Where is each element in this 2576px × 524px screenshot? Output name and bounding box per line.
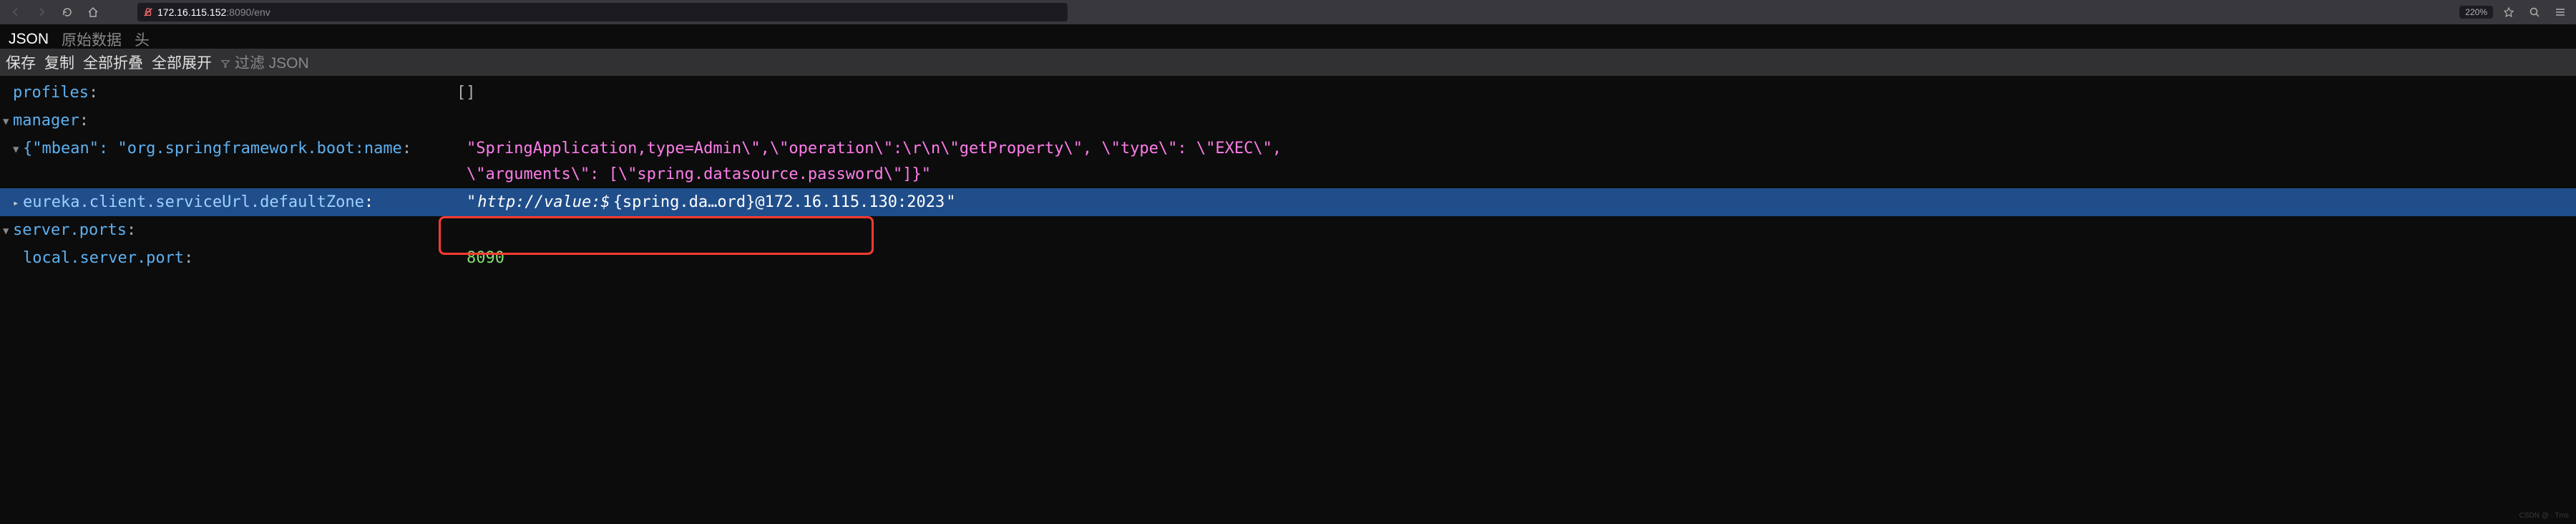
copy-button[interactable]: 复制	[42, 50, 77, 74]
watermark: CSDN @ · Tms	[2519, 512, 2569, 520]
bookmark-star-icon[interactable]	[2499, 2, 2519, 22]
expand-toggle-icon[interactable]: ▼	[3, 223, 9, 239]
menu-icon[interactable]	[2550, 2, 2570, 22]
viewer-tabs: JSON 原始数据 头	[0, 24, 2576, 50]
json-key-profiles[interactable]: profiles: []	[0, 79, 2576, 107]
json-key-mbean[interactable]: ▼ {"mbean": "org.springframework.boot:na…	[0, 135, 2576, 188]
home-button[interactable]	[83, 2, 103, 22]
json-key-eureka[interactable]: ▸ eureka.client.serviceUrl.defaultZone: …	[0, 188, 2576, 216]
collapse-all-button[interactable]: 全部折叠	[80, 50, 146, 74]
tab-json[interactable]: JSON	[9, 31, 49, 48]
json-viewer: JSON 原始数据 头 保存 复制 全部折叠 全部展开 过滤 JSON prof…	[0, 24, 2576, 275]
back-button[interactable]	[6, 2, 26, 22]
url-text: 172.16.115.152:8090/env	[157, 6, 270, 18]
json-key-local-server-port[interactable]: local.server.port: 8090	[0, 244, 2576, 272]
tab-headers[interactable]: 头	[135, 29, 150, 50]
insecure-lock-icon	[143, 7, 153, 17]
forward-button[interactable]	[31, 2, 52, 22]
json-key-server-ports[interactable]: ▼ server.ports:	[0, 216, 2576, 244]
search-icon[interactable]	[2524, 2, 2545, 22]
toolbar-right: 220%	[2459, 2, 2570, 22]
expand-all-button[interactable]: 全部展开	[149, 50, 215, 74]
browser-toolbar: 172.16.115.152:8090/env 220%	[0, 0, 2576, 24]
json-tree: profiles: [] ▼ manager: ▼ {"mbean": "org…	[0, 76, 2576, 275]
reload-button[interactable]	[57, 2, 77, 22]
expand-toggle-icon[interactable]: ▸	[13, 195, 19, 211]
tab-raw[interactable]: 原始数据	[62, 29, 122, 50]
expand-toggle-icon[interactable]: ▼	[13, 142, 19, 157]
json-key-manager[interactable]: ▼ manager:	[0, 107, 2576, 135]
expand-toggle-icon[interactable]: ▼	[3, 114, 9, 130]
action-bar: 保存 复制 全部折叠 全部展开 过滤 JSON	[0, 49, 2576, 76]
url-bar[interactable]: 172.16.115.152:8090/env	[137, 3, 1068, 21]
filter-input[interactable]: 过滤 JSON	[220, 52, 309, 73]
zoom-level[interactable]: 220%	[2459, 6, 2493, 19]
save-button[interactable]: 保存	[3, 50, 39, 74]
